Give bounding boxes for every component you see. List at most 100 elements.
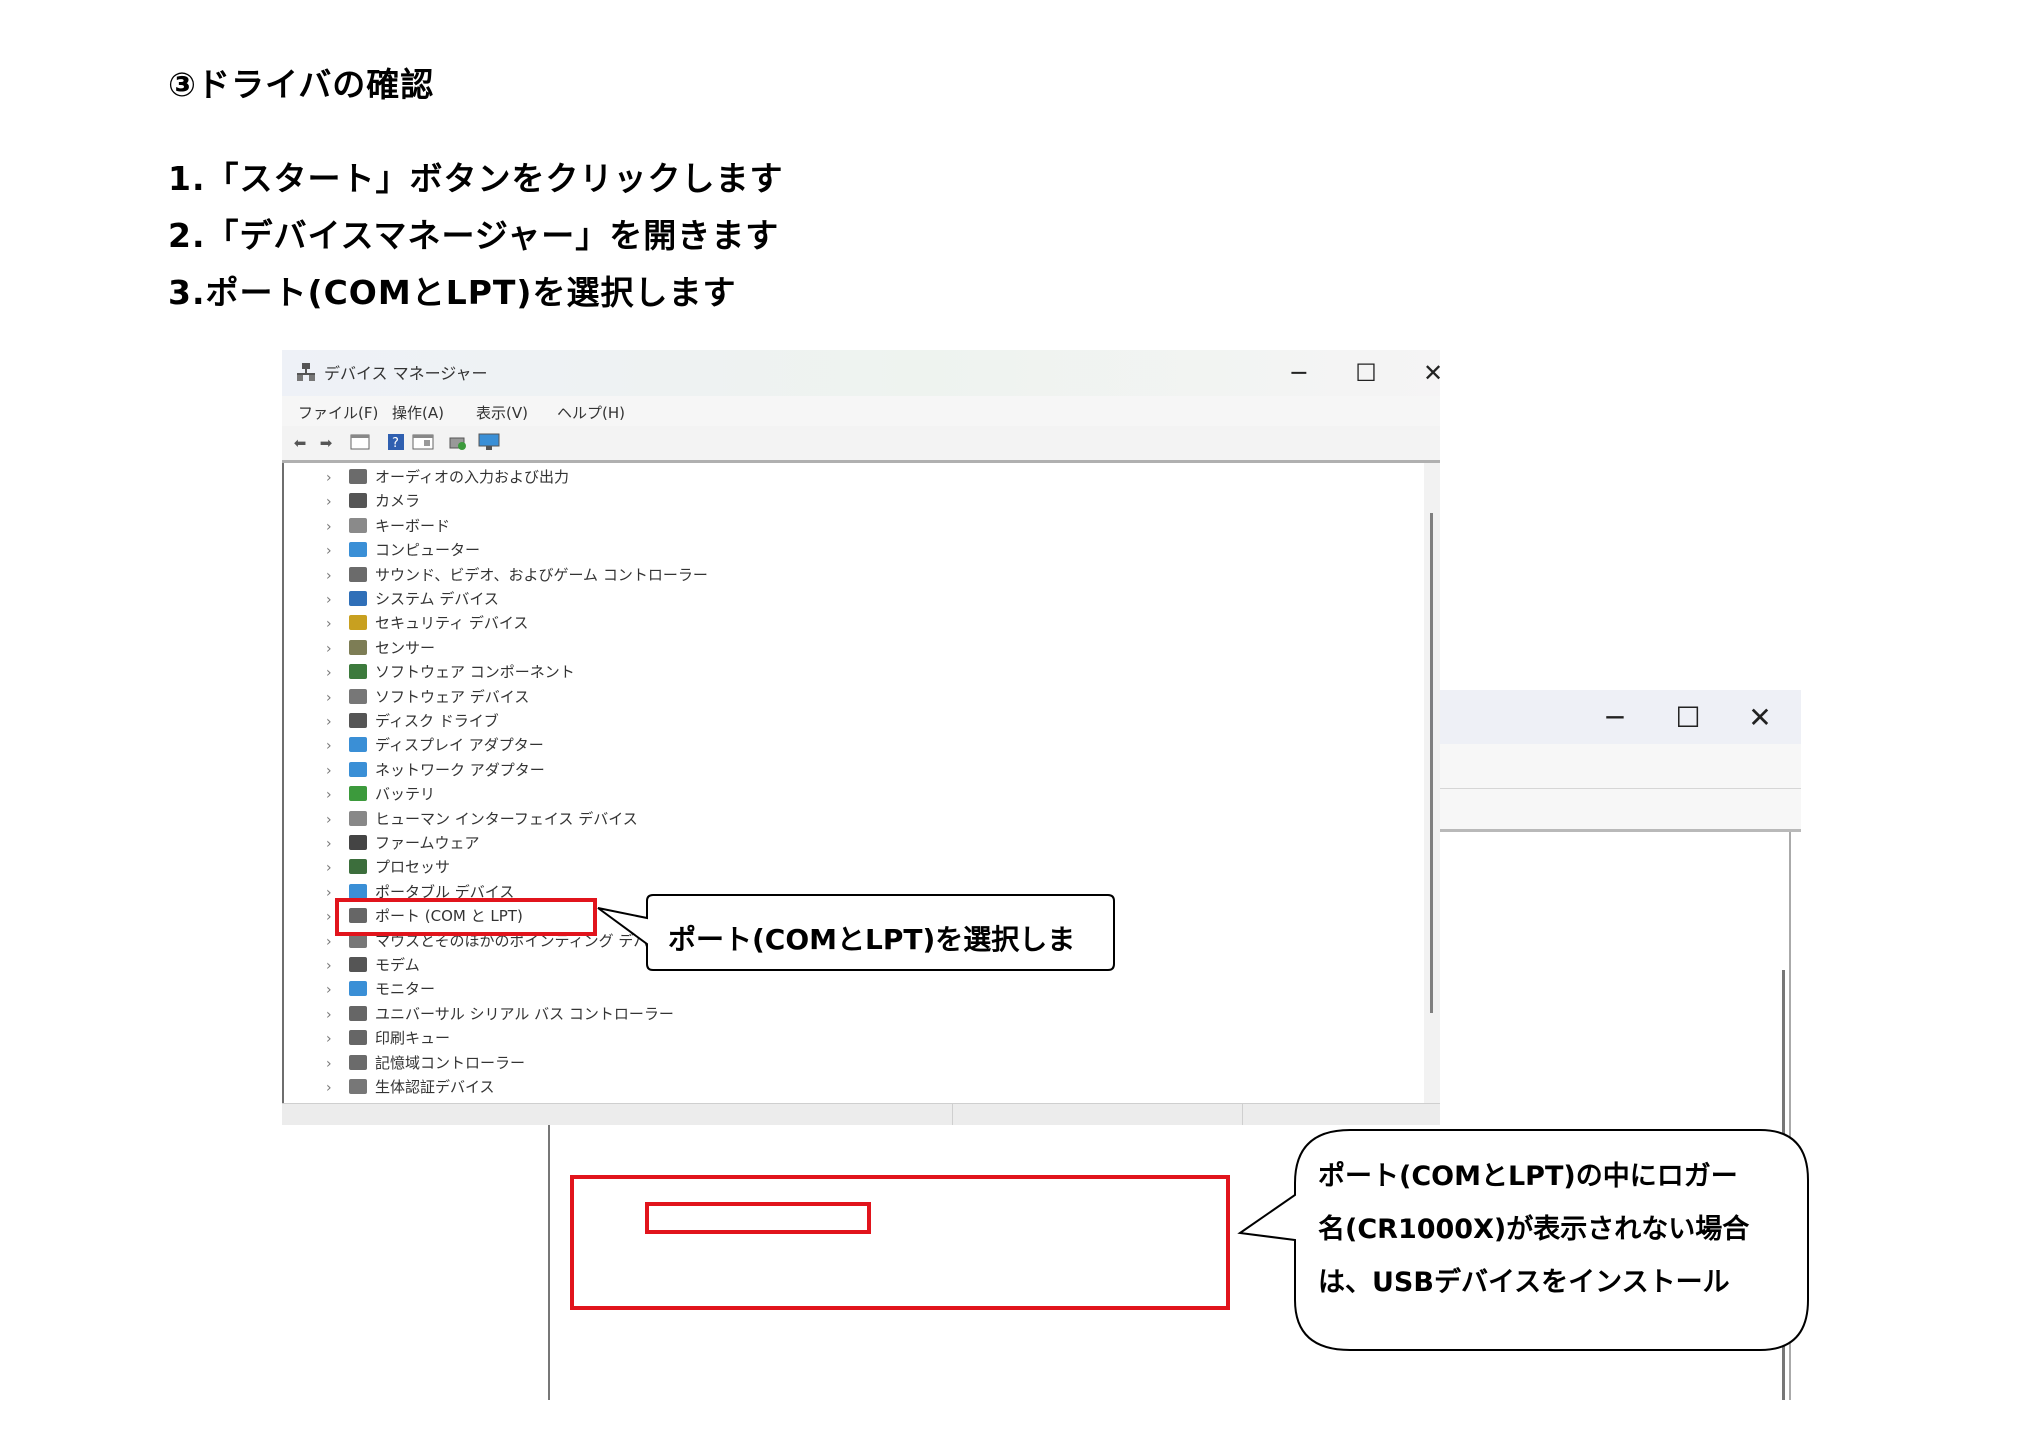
tree-item-label: ディスク ドライブ	[375, 712, 499, 730]
tree-item[interactable]: › プロセッサ	[326, 856, 450, 880]
tree-item[interactable]: › ソフトウェア デバイス	[326, 686, 529, 710]
minimize-button[interactable]: ─	[1282, 357, 1316, 389]
chevron-right-icon[interactable]: ›	[326, 690, 344, 706]
status-bar	[282, 1103, 1440, 1125]
tree-item[interactable]: › ヒューマン インターフェイス デバイス	[326, 808, 638, 832]
tree-item[interactable]: › システム デバイス	[326, 588, 499, 612]
chevron-right-icon[interactable]: ›	[326, 1031, 344, 1047]
callout-select-port-text: ポート(COMとLPT)を選択しま	[668, 923, 1076, 956]
toolbar: ⬅ ➡ ?	[282, 426, 1440, 463]
device-manager-icon	[297, 363, 315, 381]
scan-hardware-icon[interactable]	[448, 433, 468, 453]
close-button[interactable]: ✕	[1738, 698, 1782, 738]
tree-item[interactable]: › 記憶域コントローラー	[326, 1052, 525, 1076]
tree-item[interactable]: › ソフトウェア コンポーネント	[326, 661, 575, 685]
tree-item[interactable]: › 印刷キュー	[326, 1027, 450, 1051]
tree-item[interactable]: › キーボード	[326, 515, 450, 539]
display-icon	[349, 737, 367, 753]
maximize-button[interactable]: ☐	[1666, 698, 1710, 738]
tree-item-label: サウンド、ビデオ、およびゲーム コントローラー	[375, 565, 708, 584]
tree-item-label: システム デバイス	[375, 590, 499, 608]
device-icon	[349, 688, 367, 704]
close-button[interactable]: ✕	[1416, 357, 1440, 389]
chevron-right-icon[interactable]: ›	[326, 1007, 344, 1023]
callout-logger-line-1: ポート(COMとLPT)の中にロガー	[1318, 1161, 1738, 1192]
usb-icon	[349, 1005, 367, 1021]
key-icon	[349, 615, 367, 631]
tree-item-label: ディスプレイ アダプター	[375, 736, 544, 755]
highlight-port-group	[570, 1175, 1230, 1310]
view-icon[interactable]	[412, 433, 434, 453]
menu-help[interactable]: ヘルプ(H)	[557, 402, 625, 423]
chevron-right-icon[interactable]: ›	[326, 592, 344, 608]
help-icon[interactable]: ?	[386, 433, 406, 453]
vertical-scrollbar[interactable]	[1424, 463, 1440, 1103]
chevron-right-icon[interactable]: ›	[326, 1080, 344, 1096]
tree-item-label: 生体認証デバイス	[375, 1078, 495, 1096]
chevron-right-icon[interactable]: ›	[326, 568, 344, 584]
monitor-icon[interactable]	[478, 433, 500, 453]
folder-icon	[349, 591, 367, 606]
device-tree: › オーディオの入力および出力 › カメラ › キーボード › コンピューター › サウンド、ビデ…	[282, 463, 1426, 1103]
tree-item[interactable]: › モデム	[326, 954, 420, 978]
tree-item[interactable]: › コンピューター	[326, 539, 480, 563]
chevron-right-icon[interactable]: ›	[326, 543, 344, 559]
menu-view[interactable]: 表示(V)	[476, 402, 528, 423]
chevron-right-icon[interactable]: ›	[326, 665, 344, 681]
tree-item[interactable]: › ファームウェア	[326, 832, 480, 856]
tree-item[interactable]: › カメラ	[326, 490, 420, 514]
chevron-right-icon[interactable]: ›	[326, 860, 344, 876]
tree-item[interactable]: › ディスプレイ アダプター	[326, 734, 544, 758]
chevron-right-icon[interactable]: ›	[326, 470, 344, 486]
tree-item[interactable]: › ネットワーク アダプター	[326, 759, 545, 783]
monitor-icon	[349, 981, 367, 997]
chevron-right-icon[interactable]: ›	[326, 982, 344, 998]
chevron-right-icon[interactable]: ›	[326, 616, 344, 632]
chevron-right-icon[interactable]: ›	[326, 836, 344, 852]
doc-heading: ③ドライバの確認	[168, 65, 435, 104]
tree-item[interactable]: › ユニバーサル シリアル バス コントローラー	[326, 1003, 674, 1027]
step-3: 3.ポート(COMとLPT)を選択します	[168, 273, 737, 312]
forward-arrow-icon[interactable]: ➡	[316, 433, 336, 453]
chevron-right-icon[interactable]: ›	[326, 641, 344, 657]
maximize-button[interactable]: ☐	[1349, 357, 1383, 389]
menu-action[interactable]: 操作(A)	[392, 402, 444, 423]
chevron-right-icon[interactable]: ›	[326, 812, 344, 828]
svg-text:?: ?	[392, 436, 399, 451]
chevron-right-icon[interactable]: ›	[326, 714, 344, 730]
tree-item[interactable]: › ディスク ドライブ	[326, 710, 499, 734]
menu-bar: ファイル(F) 操作(A) 表示(V) ヘルプ(H)	[282, 396, 1440, 426]
tree-item[interactable]: › バッテリ	[326, 783, 435, 807]
chevron-right-icon[interactable]: ›	[326, 1056, 344, 1072]
menu-file[interactable]: ファイル(F)	[298, 402, 378, 423]
tree-item-label: 記憶域コントローラー	[375, 1053, 526, 1072]
portable-device-icon	[349, 883, 367, 899]
scrollbar-thumb[interactable]	[1430, 513, 1433, 1013]
minimize-button[interactable]: ─	[1593, 698, 1637, 738]
processor-icon	[349, 859, 367, 875]
tree-item[interactable]: › モニター	[326, 978, 435, 1002]
tree-item[interactable]: › サウンド、ビデオ、およびゲーム コントローラー	[326, 564, 708, 588]
chevron-right-icon[interactable]: ›	[326, 494, 344, 510]
tree-item-label: ファームウェア	[375, 834, 480, 852]
status-divider	[1242, 1104, 1243, 1125]
tree-item-label: ユニバーサル シリアル バス コントローラー	[375, 1004, 674, 1023]
tree-item[interactable]: › 生体認証デバイス	[326, 1076, 495, 1100]
chevron-right-icon[interactable]: ›	[326, 958, 344, 974]
highlight-port-node	[335, 898, 597, 936]
battery-icon	[349, 786, 367, 802]
chevron-right-icon[interactable]: ›	[326, 787, 344, 803]
tree-item[interactable]: › セキュリティ デバイス	[326, 612, 528, 636]
chevron-right-icon[interactable]: ›	[326, 738, 344, 754]
tree-item[interactable]: › センサー	[326, 637, 435, 661]
tree-item-label: ヒューマン インターフェイス デバイス	[375, 809, 638, 828]
chevron-right-icon[interactable]: ›	[326, 763, 344, 779]
speaker-icon	[349, 469, 367, 484]
tree-item[interactable]: › オーディオの入力および出力	[326, 466, 569, 490]
storage-icon	[349, 1054, 367, 1070]
properties-icon[interactable]	[350, 433, 370, 453]
chevron-right-icon[interactable]: ›	[326, 519, 344, 535]
biometric-icon	[349, 1079, 367, 1094]
back-arrow-icon[interactable]: ⬅	[290, 433, 310, 453]
device-manager-window: デバイス マネージャー ─ ☐ ✕ ファイル(F) 操作(A) 表示(V) ヘル…	[282, 350, 1440, 1125]
